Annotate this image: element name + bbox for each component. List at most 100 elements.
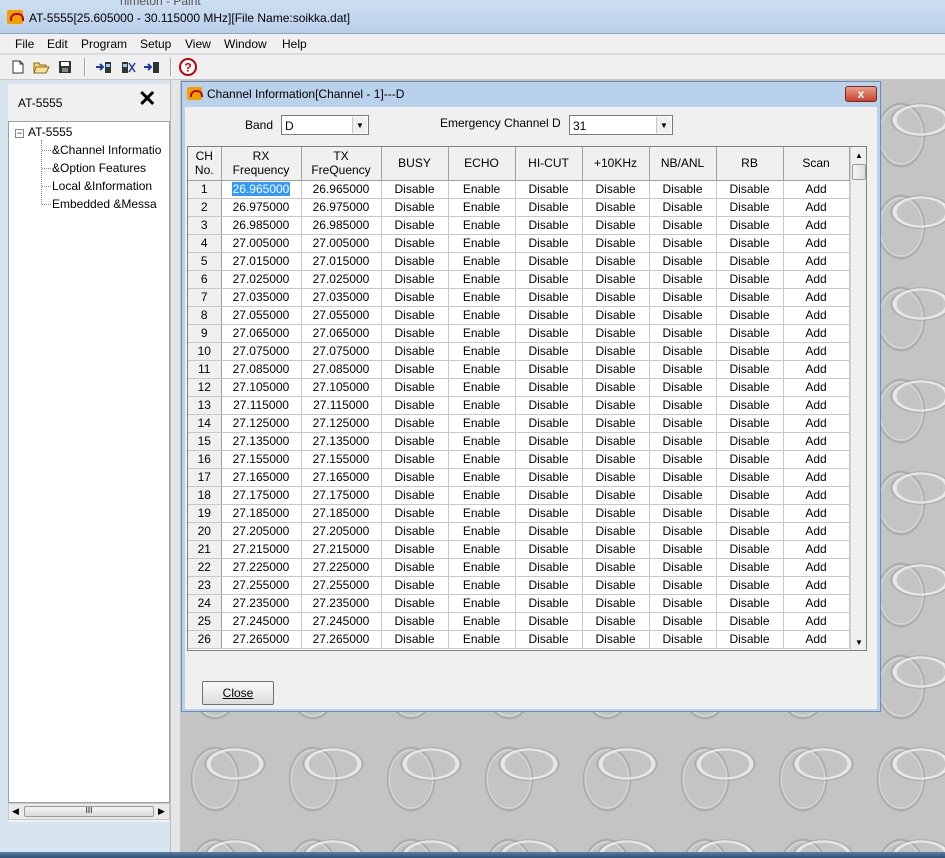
cell-rb[interactable]: Disable xyxy=(716,612,784,631)
cell-echo[interactable]: Enable xyxy=(448,540,516,559)
table-row[interactable]: 9 27.065000 27.065000 Disable Enable Disable D… xyxy=(188,324,850,343)
cell-hi-cut[interactable]: Disable xyxy=(515,504,583,523)
cell-scan[interactable]: Add xyxy=(783,450,850,469)
cell-nb-anl[interactable]: Disable xyxy=(649,342,717,361)
cell-plus-10khz[interactable]: Disable xyxy=(582,576,650,595)
cell-nb-anl[interactable]: Disable xyxy=(649,324,717,343)
cell-echo[interactable]: Enable xyxy=(448,216,516,235)
cell-busy[interactable]: Disable xyxy=(381,216,449,235)
dialog-close-button[interactable]: x xyxy=(845,86,877,102)
cell-nb-anl[interactable]: Disable xyxy=(649,396,717,415)
cell-nb-anl[interactable]: Disable xyxy=(649,288,717,307)
cell-busy[interactable]: Disable xyxy=(381,396,449,415)
cell-scan[interactable]: Add xyxy=(783,234,850,253)
cell-rb[interactable]: Disable xyxy=(716,522,784,541)
menu-setup[interactable]: Setup xyxy=(140,37,171,51)
cell-plus-10khz[interactable]: Disable xyxy=(582,630,650,649)
cell-plus-10khz[interactable]: Disable xyxy=(582,324,650,343)
cell-tx-frequency[interactable]: 27.025000 xyxy=(301,270,382,289)
cell-scan[interactable]: Add xyxy=(783,216,850,235)
cell-scan[interactable]: Add xyxy=(783,324,850,343)
cell-rb[interactable]: Disable xyxy=(716,630,784,649)
cell-rb[interactable]: Disable xyxy=(716,558,784,577)
cell-scan[interactable]: Add xyxy=(783,486,850,505)
cell-echo[interactable]: Enable xyxy=(448,198,516,217)
cell-echo[interactable]: Enable xyxy=(448,324,516,343)
cell-busy[interactable]: Disable xyxy=(381,324,449,343)
cell-plus-10khz[interactable]: Disable xyxy=(582,486,650,505)
cell-tx-frequency[interactable]: 27.245000 xyxy=(301,612,382,631)
cell-echo[interactable]: Enable xyxy=(448,252,516,271)
close-button[interactable]: Close xyxy=(202,681,274,705)
cell-nb-anl[interactable]: Disable xyxy=(649,180,717,199)
cell-busy[interactable]: Disable xyxy=(381,504,449,523)
cell-scan[interactable]: Add xyxy=(783,594,850,613)
cell-echo[interactable]: Enable xyxy=(448,522,516,541)
cell-nb-anl[interactable]: Disable xyxy=(649,558,717,577)
cell-nb-anl[interactable]: Disable xyxy=(649,198,717,217)
cell-scan[interactable]: Add xyxy=(783,180,850,199)
cell-echo[interactable]: Enable xyxy=(448,450,516,469)
column-header-nb-anl[interactable]: NB/ANL xyxy=(649,147,717,181)
cell-nb-anl[interactable]: Disable xyxy=(649,360,717,379)
cell-nb-anl[interactable]: Disable xyxy=(649,576,717,595)
band-select[interactable]: D ▼ xyxy=(281,115,369,135)
close-icon[interactable]: ✕ xyxy=(138,88,156,110)
cell-hi-cut[interactable]: Disable xyxy=(515,234,583,253)
cell-rx-frequency[interactable]: 27.055000 xyxy=(221,306,302,325)
cell-plus-10khz[interactable]: Disable xyxy=(582,216,650,235)
channel-grid[interactable]: CH No. RX Frequency TX FreQuency BUSY ECHO HI… xyxy=(187,146,867,651)
cell-hi-cut[interactable]: Disable xyxy=(515,594,583,613)
cell-rx-frequency[interactable]: 27.015000 xyxy=(221,252,302,271)
cell-hi-cut[interactable]: Disable xyxy=(515,468,583,487)
cell-echo[interactable]: Enable xyxy=(448,414,516,433)
cell-rx-frequency[interactable]: 27.135000 xyxy=(221,432,302,451)
cell-rb[interactable]: Disable xyxy=(716,306,784,325)
cell-rx-frequency[interactable]: 27.035000 xyxy=(221,288,302,307)
menu-view[interactable]: View xyxy=(185,37,211,51)
cell-tx-frequency[interactable]: 27.165000 xyxy=(301,468,382,487)
cell-busy[interactable]: Disable xyxy=(381,414,449,433)
cell-plus-10khz[interactable]: Disable xyxy=(582,252,650,271)
tree-item-local-information[interactable]: Local &Information xyxy=(52,179,152,193)
cell-nb-anl[interactable]: Disable xyxy=(649,414,717,433)
cell-rb[interactable]: Disable xyxy=(716,414,784,433)
cell-scan[interactable]: Add xyxy=(783,288,850,307)
cell-tx-frequency[interactable]: 27.215000 xyxy=(301,540,382,559)
scroll-down-icon[interactable]: ▼ xyxy=(851,634,866,650)
cell-rx-frequency[interactable]: 27.165000 xyxy=(221,468,302,487)
cell-rx-frequency[interactable]: 27.085000 xyxy=(221,360,302,379)
cell-scan[interactable]: Add xyxy=(783,396,850,415)
cell-nb-anl[interactable]: Disable xyxy=(649,216,717,235)
dropdown-arrow-icon[interactable]: ▼ xyxy=(352,117,367,133)
column-header-scan[interactable]: Scan xyxy=(783,147,850,181)
cell-echo[interactable]: Enable xyxy=(448,288,516,307)
tree-item-option-features[interactable]: &Option Features xyxy=(52,161,146,175)
cell-scan[interactable]: Add xyxy=(783,468,850,487)
cell-hi-cut[interactable]: Disable xyxy=(515,486,583,505)
cell-busy[interactable]: Disable xyxy=(381,180,449,199)
open-folder-icon[interactable] xyxy=(32,59,50,75)
cell-echo[interactable]: Enable xyxy=(448,234,516,253)
tree-item-channel-information[interactable]: &Channel Informatio xyxy=(52,143,161,157)
cell-rb[interactable]: Disable xyxy=(716,486,784,505)
cell-scan[interactable]: Add xyxy=(783,360,850,379)
cell-scan[interactable]: Add xyxy=(783,576,850,595)
cell-echo[interactable]: Enable xyxy=(448,396,516,415)
table-row[interactable]: 21 27.215000 27.215000 Disable Enable Disable… xyxy=(188,540,850,559)
cell-nb-anl[interactable]: Disable xyxy=(649,594,717,613)
selected-cell-text[interactable]: 26.965000 xyxy=(231,182,291,196)
cell-nb-anl[interactable]: Disable xyxy=(649,432,717,451)
cell-rx-frequency[interactable]: 27.005000 xyxy=(221,234,302,253)
cell-hi-cut[interactable]: Disable xyxy=(515,414,583,433)
cell-nb-anl[interactable]: Disable xyxy=(649,252,717,271)
cell-rx-frequency[interactable]: 27.105000 xyxy=(221,378,302,397)
cell-rx-frequency[interactable]: 26.985000 xyxy=(221,216,302,235)
cell-echo[interactable]: Enable xyxy=(448,306,516,325)
table-row[interactable]: 26 27.265000 27.265000 Disable Enable Disable… xyxy=(188,630,850,649)
cell-tx-frequency[interactable]: 26.965000 xyxy=(301,180,382,199)
cell-echo[interactable]: Enable xyxy=(448,342,516,361)
cell-nb-anl[interactable]: Disable xyxy=(649,522,717,541)
cell-echo[interactable]: Enable xyxy=(448,378,516,397)
cell-plus-10khz[interactable]: Disable xyxy=(582,360,650,379)
